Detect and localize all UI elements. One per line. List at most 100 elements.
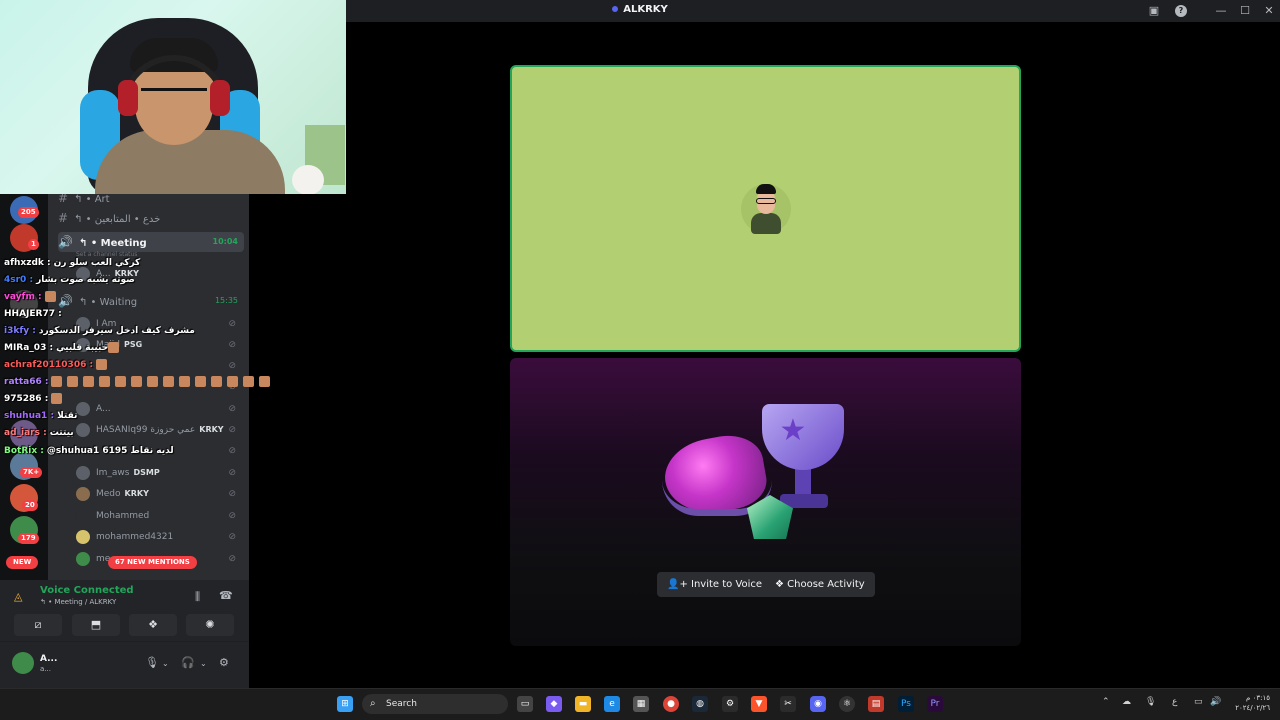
deafen-icon: ⊘ — [228, 425, 236, 435]
edge-icon[interactable]: e — [604, 696, 620, 712]
connection-icon[interactable]: ◬ — [14, 590, 22, 603]
chat-line: ad_iars : بيتتت — [4, 428, 74, 438]
voice-channel-waiting[interactable]: 🔊 ↰ • Waiting 15:35 — [58, 291, 244, 311]
camera-button[interactable]: ⧄ — [14, 614, 62, 636]
username[interactable]: A... — [40, 654, 57, 664]
file-explorer-icon[interactable]: ▬ — [575, 696, 591, 712]
close-icon[interactable]: ✕ — [1261, 3, 1277, 19]
app-icon[interactable]: ⚛ — [839, 696, 855, 712]
chat-line: BotRix : @shuhua1 6195 لديه نقاط — [4, 446, 174, 456]
chrome-icon[interactable]: ● — [663, 696, 679, 712]
minimize-icon[interactable]: — — [1213, 3, 1229, 19]
deafen-icon: ⊘ — [228, 554, 236, 564]
store-icon[interactable]: ▦ — [633, 696, 649, 712]
meeting-timer: 10:04 — [212, 237, 238, 246]
deafen-icon: ⊘ — [228, 489, 236, 499]
soundboard-button[interactable]: ✺ — [186, 614, 234, 636]
steam-icon[interactable]: ◍ — [692, 696, 708, 712]
windows-start-icon[interactable]: ⊞ — [337, 696, 353, 712]
brave-icon[interactable]: ▼ — [751, 696, 767, 712]
emote-icon — [108, 342, 120, 353]
photoshop-icon[interactable]: Ps — [898, 696, 914, 712]
avatar — [76, 401, 90, 416]
voice-user[interactable]: Medo KRKY ⊘ — [76, 484, 244, 504]
avatar — [76, 422, 90, 437]
new-mentions-button[interactable]: 67 NEW MENTIONS — [108, 556, 197, 569]
emote-icon — [211, 376, 223, 387]
user-avatar[interactable] — [12, 652, 34, 674]
emote-icon — [131, 376, 143, 387]
cloud-icon[interactable]: ☁ — [1122, 697, 1131, 707]
deafen-icon: ⊘ — [228, 446, 236, 456]
choose-activity-button[interactable]: ❖ Choose Activity — [765, 572, 875, 597]
emote-icon — [83, 376, 95, 387]
server-badge: 7K+ — [20, 467, 43, 478]
capcut-icon[interactable]: ✂ — [780, 696, 796, 712]
voice-user[interactable]: HASANIq99 عمي حزوزة KRKY ⊘ — [76, 420, 244, 440]
avatar — [76, 551, 90, 566]
settings-icon[interactable]: ⚙ — [722, 696, 738, 712]
invite-to-voice-button[interactable]: 👤+ Invite to Voice — [657, 572, 773, 597]
help-icon[interactable]: ? — [1175, 5, 1187, 17]
chat-line: MIRa_03 : حبيبة قلبيي — [4, 340, 124, 356]
activity-icon: ❖ — [775, 579, 788, 590]
avatar — [76, 486, 90, 501]
user-status: a... — [40, 665, 51, 673]
deafen-icon: ⊘ — [228, 361, 236, 371]
chat-line: ratta66 : — [4, 374, 275, 390]
avatar — [76, 508, 90, 523]
voice-connected-channel[interactable]: ↰ • Meeting / ALKRKY — [40, 598, 116, 606]
headset-ear — [210, 80, 230, 116]
voice-user[interactable]: A... ⊘ — [76, 399, 244, 419]
activities-button[interactable]: ❖ — [129, 614, 177, 636]
chat-line: vayfm : — [4, 289, 61, 305]
emote-icon — [243, 376, 255, 387]
emote-icon — [115, 376, 127, 387]
maximize-icon[interactable]: ☐ — [1237, 3, 1253, 19]
task-view-icon[interactable]: ▭ — [517, 696, 533, 712]
premiere-icon[interactable]: Pr — [927, 696, 943, 712]
gear-icon[interactable]: ⚙ — [219, 656, 229, 669]
copilot-icon[interactable]: ◆ — [546, 696, 562, 712]
server-badge: 179 — [18, 533, 39, 544]
avatar — [76, 529, 90, 544]
voice-user[interactable]: Im_aws DSMP ⊘ — [76, 463, 244, 483]
voice-connected-title[interactable]: Voice Connected — [40, 585, 134, 596]
screen-share-icon: ⬒ — [90, 618, 102, 631]
chevron-up-icon[interactable]: ⌃ — [1102, 697, 1110, 707]
language-icon[interactable]: ع — [1172, 697, 1177, 707]
display-icon[interactable]: ▭ — [1194, 697, 1203, 707]
emote-icon — [99, 376, 111, 387]
deafen-icon: ⊘ — [228, 532, 236, 542]
app-icon[interactable]: ▤ — [868, 696, 884, 712]
lamp-shape — [292, 165, 324, 194]
user-panel — [0, 642, 249, 688]
noise-suppression-icon[interactable]: ⫼ — [195, 590, 200, 604]
new-badge[interactable]: NEW — [6, 556, 39, 569]
discord-icon — [612, 6, 619, 12]
voice-user[interactable]: mohammed4321 ⊘ — [76, 527, 244, 547]
emote-icon — [259, 376, 271, 387]
channel-tricks[interactable]: # ↰ • خدع • المتابعين — [58, 208, 244, 228]
headphones-icon[interactable]: 🎧 — [181, 656, 195, 669]
chevron-down-icon[interactable]: ⌄ — [162, 659, 169, 668]
clock[interactable]: ٠٣:١٥ م ٢٠٢٤/٠٢/٢٦ — [1230, 693, 1270, 713]
chevron-down-icon[interactable]: ⌄ — [200, 659, 207, 668]
avatar — [76, 465, 90, 480]
deafen-icon: ⊘ — [228, 511, 236, 521]
avatar-body — [751, 213, 781, 234]
chat-line: HHAJER77 : — [4, 309, 62, 319]
server-badge: 20 — [22, 500, 38, 511]
microphone-icon[interactable]: 🎙 — [145, 656, 159, 669]
screen-share-button[interactable]: ⬒ — [72, 614, 120, 636]
disconnect-icon[interactable]: ☎ — [219, 589, 233, 602]
soundboard-icon: ✺ — [205, 618, 215, 631]
volume-icon[interactable]: 🔊 — [1210, 697, 1221, 707]
taskbar-search[interactable]: ⌕ Search — [362, 694, 508, 714]
voice-user[interactable]: Mohammed ⊘ — [76, 506, 244, 526]
speaker-icon: 🔊 — [58, 235, 73, 249]
microphone-icon[interactable]: 🎙 — [1145, 697, 1156, 707]
discord-taskbar-icon[interactable]: ◉ — [810, 696, 826, 712]
voice-channel-meeting[interactable]: 🔊 ↰ • Meeting 10:04 — [58, 232, 244, 252]
screen-share-icon[interactable]: ▣ — [1146, 3, 1162, 19]
